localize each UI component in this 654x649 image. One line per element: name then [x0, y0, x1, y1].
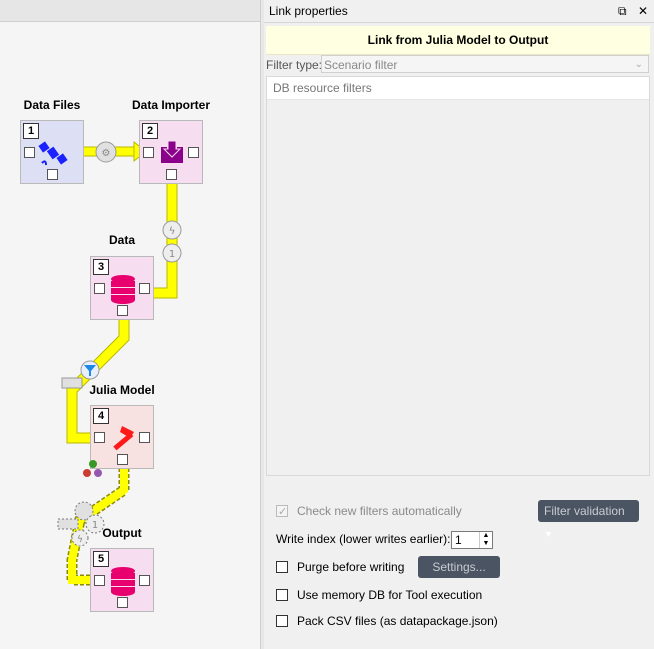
filters-header: DB resource filters: [267, 77, 649, 100]
filter-validation-button[interactable]: Filter validation ▼: [538, 500, 639, 539]
memory-db-checkbox[interactable]: [276, 589, 288, 601]
database-icon: [111, 567, 135, 596]
connector-right[interactable]: [188, 147, 199, 158]
svg-text:ϟ: ϟ: [77, 535, 83, 545]
purge-label: Purge before writing: [297, 560, 405, 574]
connector-right[interactable]: [139, 575, 150, 586]
filter-validation-label: Filter validation: [544, 504, 625, 518]
spin-arrows-icon[interactable]: ▲ ▼: [479, 532, 492, 548]
node-label-julia-model: Julia Model: [89, 383, 155, 397]
connector-right[interactable]: [139, 432, 150, 443]
database-icon: [111, 275, 135, 304]
pack-csv-row: Pack CSV files (as datapackage.json): [276, 611, 498, 631]
connector-bottom[interactable]: [117, 597, 128, 608]
node-number: 2: [142, 123, 158, 139]
write-index-label: Write index (lower writes earlier):: [276, 532, 451, 546]
connector-left[interactable]: [94, 432, 105, 443]
svg-text:ϟ: ϟ: [169, 226, 176, 237]
link-properties-dock: Link properties ⧉ ✕ Link from Julia Mode…: [264, 0, 654, 649]
node-number: 5: [93, 551, 109, 567]
node-label-data: Data: [108, 233, 136, 247]
connector-bottom[interactable]: [47, 169, 58, 180]
node-label-data-importer: Data Importer: [131, 98, 211, 112]
check-new-filters-row: Check new filters automatically: [276, 501, 462, 522]
purge-row: Purge before writing: [276, 557, 404, 577]
satellite-icon: [38, 141, 68, 166]
svg-text:⚙: ⚙: [102, 148, 111, 159]
julia-logo-icon: [83, 460, 102, 477]
write-index-value: 1: [455, 533, 462, 547]
memory-db-row: Use memory DB for Tool execution: [276, 585, 482, 605]
float-icon[interactable]: ⧉: [618, 4, 627, 18]
node-data-importer[interactable]: 2: [139, 120, 203, 184]
node-label-data-files: Data Files: [23, 98, 81, 112]
purge-checkbox[interactable]: [276, 561, 288, 573]
memory-db-label: Use memory DB for Tool execution: [297, 588, 483, 602]
connector-left[interactable]: [94, 575, 105, 586]
pack-csv-label: Pack CSV files (as datapackage.json): [297, 614, 498, 628]
design-canvas[interactable]: ⚙ ϟ 1 1 ϟ Data Files 1 Data Importer 2 D…: [0, 0, 260, 649]
write-index-spinbox[interactable]: 1 ▲ ▼: [451, 531, 493, 549]
connector-left[interactable]: [143, 147, 154, 158]
filter-type-label: Filter type:: [266, 58, 323, 72]
node-label-output: Output: [102, 526, 142, 540]
link-data-files-to-importer[interactable]: ⚙: [73, 140, 147, 163]
check-new-filters-label: Check new filters automatically: [297, 504, 462, 518]
node-number: 4: [93, 408, 109, 424]
db-resource-filters-tree[interactable]: DB resource filters: [266, 76, 650, 476]
dock-title-bar: Link properties ⧉ ✕: [264, 0, 654, 23]
write-index-row: Write index (lower writes earlier):: [276, 529, 451, 549]
connector-bottom[interactable]: [117, 305, 128, 316]
filter-type-row: Filter type: Scenario filter ⌄: [266, 55, 650, 75]
node-number: 3: [93, 259, 109, 275]
connector-bottom[interactable]: [117, 454, 128, 465]
connector-right[interactable]: [139, 283, 150, 294]
settings-button[interactable]: Settings...: [418, 556, 500, 578]
dock-title: Link properties: [269, 4, 348, 18]
link-banner: Link from Julia Model to Output: [266, 26, 650, 55]
filter-type-value: Scenario filter: [324, 58, 398, 72]
node-data[interactable]: 3: [90, 256, 154, 320]
node-output[interactable]: 5: [90, 548, 154, 612]
pack-csv-checkbox[interactable]: [276, 615, 288, 627]
link-badge-index: 1: [169, 249, 175, 260]
node-data-files[interactable]: 1: [20, 120, 84, 184]
check-new-filters-checkbox[interactable]: [276, 502, 288, 522]
filter-type-select[interactable]: Scenario filter ⌄: [321, 55, 649, 73]
connector-left[interactable]: [24, 147, 35, 158]
hammer-icon: [113, 426, 134, 451]
connector-bottom[interactable]: [166, 169, 177, 180]
close-icon[interactable]: ✕: [638, 4, 648, 18]
chevron-down-icon: ▼: [544, 529, 553, 539]
svg-text:1: 1: [92, 520, 98, 531]
node-number: 1: [23, 123, 39, 139]
chevron-down-icon: ⌄: [634, 59, 643, 70]
importer-icon: [161, 140, 183, 163]
connector-left[interactable]: [94, 283, 105, 294]
